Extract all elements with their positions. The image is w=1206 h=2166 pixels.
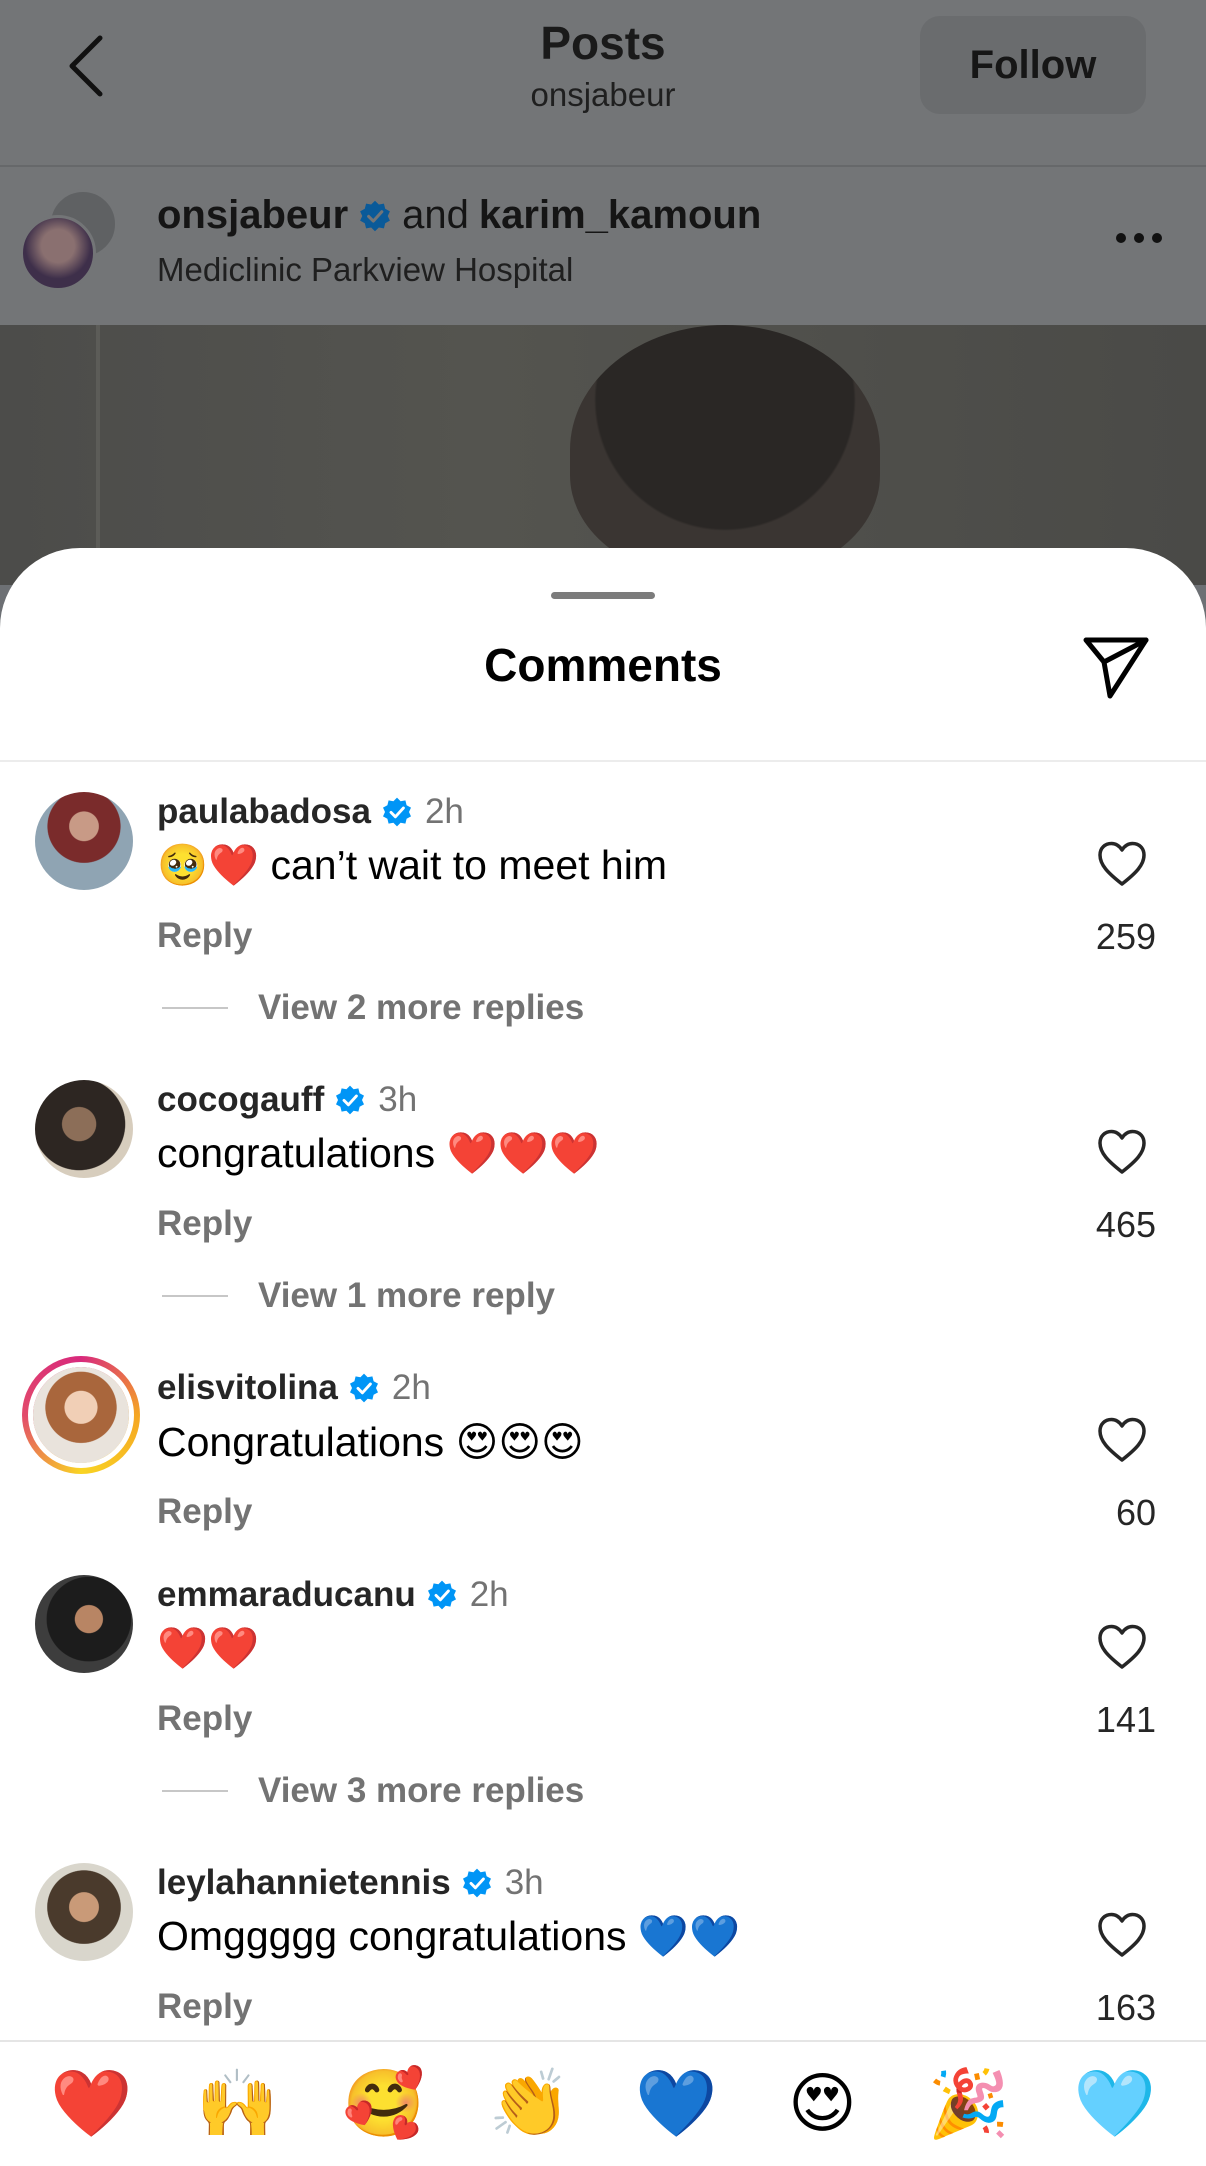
avatar-story-ring[interactable]: [22, 1356, 140, 1474]
heart-outline-icon[interactable]: [1096, 1128, 1148, 1176]
more-horizontal-icon[interactable]: [1116, 233, 1164, 247]
heart-outline-icon[interactable]: [1096, 1416, 1148, 1464]
replies-line: [162, 1790, 228, 1792]
reaction-light-blue-heart[interactable]: 🩵: [1065, 2071, 1165, 2137]
comment-username[interactable]: elisvitolina: [157, 1368, 338, 1408]
reply-button[interactable]: Reply: [157, 1987, 252, 2027]
verified-badge-icon: [462, 1868, 491, 1898]
view-more-replies[interactable]: View 2 more replies: [162, 988, 584, 1028]
comment-time: 3h: [504, 1863, 544, 1902]
heart-outline-icon[interactable]: [1096, 840, 1148, 888]
comment-text: congratulations ❤️❤️❤️: [157, 1130, 600, 1176]
verified-badge-icon: [349, 1373, 378, 1403]
coauthor-username[interactable]: karim_kamoun: [479, 193, 761, 238]
avatar[interactable]: [35, 1080, 133, 1178]
reaction-clapping[interactable]: 👏: [480, 2071, 580, 2137]
heart-outline-icon[interactable]: [1096, 1911, 1148, 1959]
comments-title: Comments: [484, 639, 722, 691]
author-username[interactable]: onsjabeur: [157, 193, 348, 238]
view-more-replies[interactable]: View 3 more replies: [162, 1771, 584, 1811]
like-count: 141: [1095, 1699, 1156, 1740]
reply-button[interactable]: Reply: [157, 1699, 252, 1739]
reply-button[interactable]: Reply: [157, 1204, 252, 1244]
avatar[interactable]: [35, 1863, 133, 1961]
reply-button[interactable]: Reply: [157, 916, 252, 956]
like-count: 465: [1095, 1204, 1156, 1245]
comment-text: Congratulations 😍😍😍: [157, 1419, 584, 1465]
quick-reaction-bar: ❤️ 🙌 🥰 👏 💙 😍 🎉 🩵: [0, 2042, 1206, 2166]
reaction-heart-eyes[interactable]: 😍: [772, 2071, 872, 2137]
replies-line: [162, 1007, 228, 1009]
reaction-blue-heart[interactable]: 💙: [626, 2071, 726, 2137]
comment-header: elisvitolina 2h: [157, 1368, 431, 1408]
comment-username[interactable]: emmaraducanu: [157, 1575, 416, 1615]
view-more-replies-label[interactable]: View 3 more replies: [258, 1771, 584, 1811]
verified-badge-icon: [360, 200, 391, 231]
verified-badge-icon: [382, 797, 411, 827]
post-authors: onsjabeur and karim_kamoun: [157, 193, 761, 238]
comment-time: 3h: [378, 1080, 418, 1119]
comments-sheet: Comments paulabadosa 2h 🥹❤️ can’t wait t…: [0, 548, 1206, 2166]
verified-badge-icon: [336, 1085, 365, 1115]
sheet-divider: [0, 760, 1206, 762]
view-more-replies-label[interactable]: View 1 more reply: [258, 1276, 555, 1316]
comment-text: Omggggg congratulations 💙💙: [157, 1913, 741, 1959]
like-count: 163: [1095, 1987, 1156, 2028]
post-photo: [0, 325, 1206, 585]
comment-time: 2h: [391, 1368, 431, 1407]
heart-outline-icon[interactable]: [1096, 1623, 1148, 1671]
comment-header: emmaraducanu 2h: [157, 1575, 509, 1615]
avatar[interactable]: [35, 1575, 133, 1673]
avatar[interactable]: [35, 792, 133, 890]
comment-text: ❤️❤️: [157, 1625, 260, 1671]
reply-button[interactable]: Reply: [157, 1492, 252, 1532]
author-avatar[interactable]: [20, 215, 96, 291]
post-author-row: onsjabeur and karim_kamoun Mediclinic Pa…: [0, 167, 1206, 325]
like-count: 259: [1095, 916, 1156, 957]
comment-username[interactable]: leylahannietennis: [157, 1863, 451, 1903]
reaction-party-popper[interactable]: 🎉: [919, 2071, 1019, 2137]
post-location[interactable]: Mediclinic Parkview Hospital: [157, 251, 573, 289]
verified-badge-icon: [427, 1580, 456, 1610]
paper-plane-icon[interactable]: [1080, 632, 1152, 702]
comment-header: paulabadosa 2h: [157, 792, 464, 832]
comment-text: 🥹❤️ can’t wait to meet him: [157, 842, 667, 888]
comment-username[interactable]: cocogauff: [157, 1080, 324, 1120]
comment-username[interactable]: paulabadosa: [157, 792, 371, 832]
like-count: 60: [1115, 1492, 1156, 1533]
view-more-replies[interactable]: View 1 more reply: [162, 1276, 555, 1316]
and-text: and: [402, 193, 469, 237]
comment-header: leylahannietennis 3h: [157, 1863, 544, 1903]
top-bar: Posts onsjabeur Follow: [0, 0, 1206, 165]
replies-line: [162, 1295, 228, 1297]
reaction-red-heart[interactable]: ❤️: [41, 2071, 141, 2137]
reaction-raising-hands[interactable]: 🙌: [187, 2071, 287, 2137]
view-more-replies-label[interactable]: View 2 more replies: [258, 988, 584, 1028]
sheet-grabber[interactable]: [551, 592, 655, 599]
comment-header: cocogauff 3h: [157, 1080, 417, 1120]
comment-time: 2h: [424, 792, 464, 831]
follow-button[interactable]: Follow: [920, 16, 1146, 114]
comment-time: 2h: [469, 1575, 509, 1614]
reaction-smiling-hearts[interactable]: 🥰: [334, 2071, 434, 2137]
